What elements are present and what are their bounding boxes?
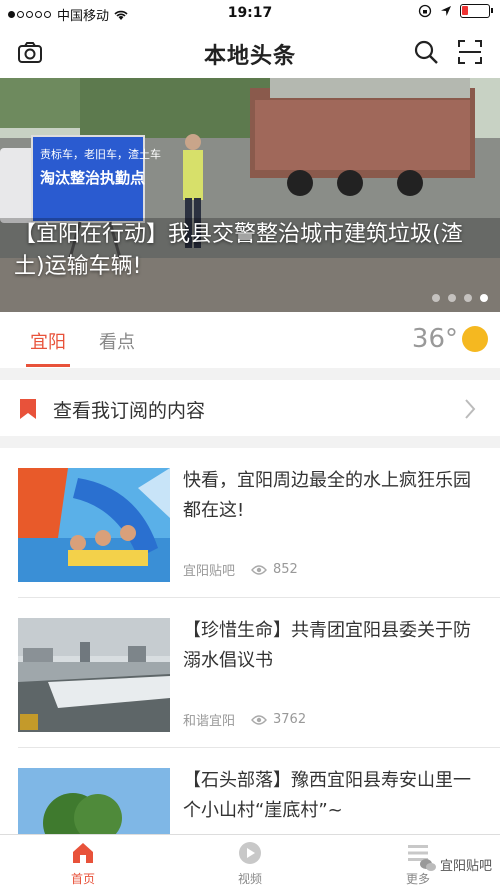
subscription-label: 查看我订阅的内容 [53, 400, 206, 422]
pager-dot[interactable] [464, 294, 472, 302]
tab-video[interactable]: 视频 [215, 841, 285, 887]
eye-icon [251, 564, 267, 575]
bottom-tab-bar: 首页 视频 更多 宜阳贴吧 [0, 834, 500, 889]
eye-icon [251, 714, 267, 725]
tab-home-label: 首页 [70, 872, 95, 886]
banner-caption: 【宜阳在行动】我县交警整治城市建筑垃圾(渣土)运输车辆! [14, 222, 463, 279]
news-meta: 宜阳贴吧 852 [183, 560, 298, 579]
tab-kandian[interactable]: 看点 [99, 328, 135, 354]
news-title: 【珍惜生命】共青团宜阳县委关于防溺水倡议书 [183, 620, 471, 671]
news-thumbnail [18, 618, 170, 732]
featured-banner[interactable]: 责标车，老旧车，渣土车 淘汰整治执勤点 【宜阳在行动】我县交警整治城市建筑垃圾(… [0, 78, 500, 312]
tab-yiyang[interactable]: 宜阳 [30, 328, 66, 354]
battery-icon [460, 4, 493, 18]
search-icon[interactable] [412, 38, 440, 66]
news-item[interactable]: 【珍惜生命】共青团宜阳县委关于防溺水倡议书 和谐宜阳 3762 [0, 598, 500, 748]
home-icon [73, 843, 93, 863]
news-thumbnail [18, 768, 170, 834]
scan-icon[interactable] [456, 38, 484, 66]
channel-tabs: 宜阳 看点 36° [0, 312, 500, 368]
active-tab-indicator [26, 364, 70, 367]
news-item[interactable]: 【石头部落】豫西宜阳县寿安山里一个小山村“崖底村”~ [0, 748, 500, 834]
news-title: 快看，宜阳周边最全的水上疯狂乐园都在这! [183, 470, 471, 521]
news-item[interactable]: 快看，宜阳周边最全的水上疯狂乐园都在这! 宜阳贴吧 852 [0, 448, 500, 598]
banner-pager[interactable] [432, 294, 488, 302]
svg-text:淘汰整治执勤点: 淘汰整治执勤点 [39, 169, 145, 187]
app-header: 本地头条 [0, 26, 500, 78]
news-title: 【石头部落】豫西宜阳县寿安山里一个小山村“崖底村”~ [183, 770, 471, 821]
banner-sign-text: 责标车，老旧车，渣土车 [40, 147, 161, 161]
news-views: 852 [273, 562, 298, 577]
weather-widget[interactable]: 36° [412, 324, 488, 354]
news-thumbnail [18, 468, 170, 582]
news-source: 和谐宜阳 [183, 714, 236, 729]
status-icons [418, 4, 493, 18]
play-icon [239, 842, 261, 864]
news-source: 宜阳贴吧 [183, 564, 236, 579]
tab-home[interactable]: 首页 [48, 841, 118, 887]
pager-dot-active[interactable] [480, 294, 488, 302]
bookmark-icon [20, 399, 36, 419]
status-bar: 中国移动 19:17 [0, 0, 500, 26]
news-views: 3762 [273, 712, 307, 727]
temperature: 36° [411, 324, 458, 354]
news-feed: 快看，宜阳周边最全的水上疯狂乐园都在这! 宜阳贴吧 852 【珍惜生命】共青团宜… [0, 448, 500, 834]
rotation-lock-icon [418, 4, 432, 18]
sun-icon [462, 326, 488, 352]
tab-video-label: 视频 [237, 872, 262, 886]
chevron-right-icon [465, 399, 476, 419]
watermark: 宜阳贴吧 [419, 855, 492, 874]
location-icon [441, 6, 451, 16]
watermark-text: 宜阳贴吧 [439, 859, 492, 874]
news-meta: 和谐宜阳 3762 [183, 710, 306, 729]
pager-dot[interactable] [448, 294, 456, 302]
pager-dot[interactable] [432, 294, 440, 302]
wechat-icon [419, 858, 436, 871]
subscription-row[interactable]: 查看我订阅的内容 [0, 380, 500, 436]
